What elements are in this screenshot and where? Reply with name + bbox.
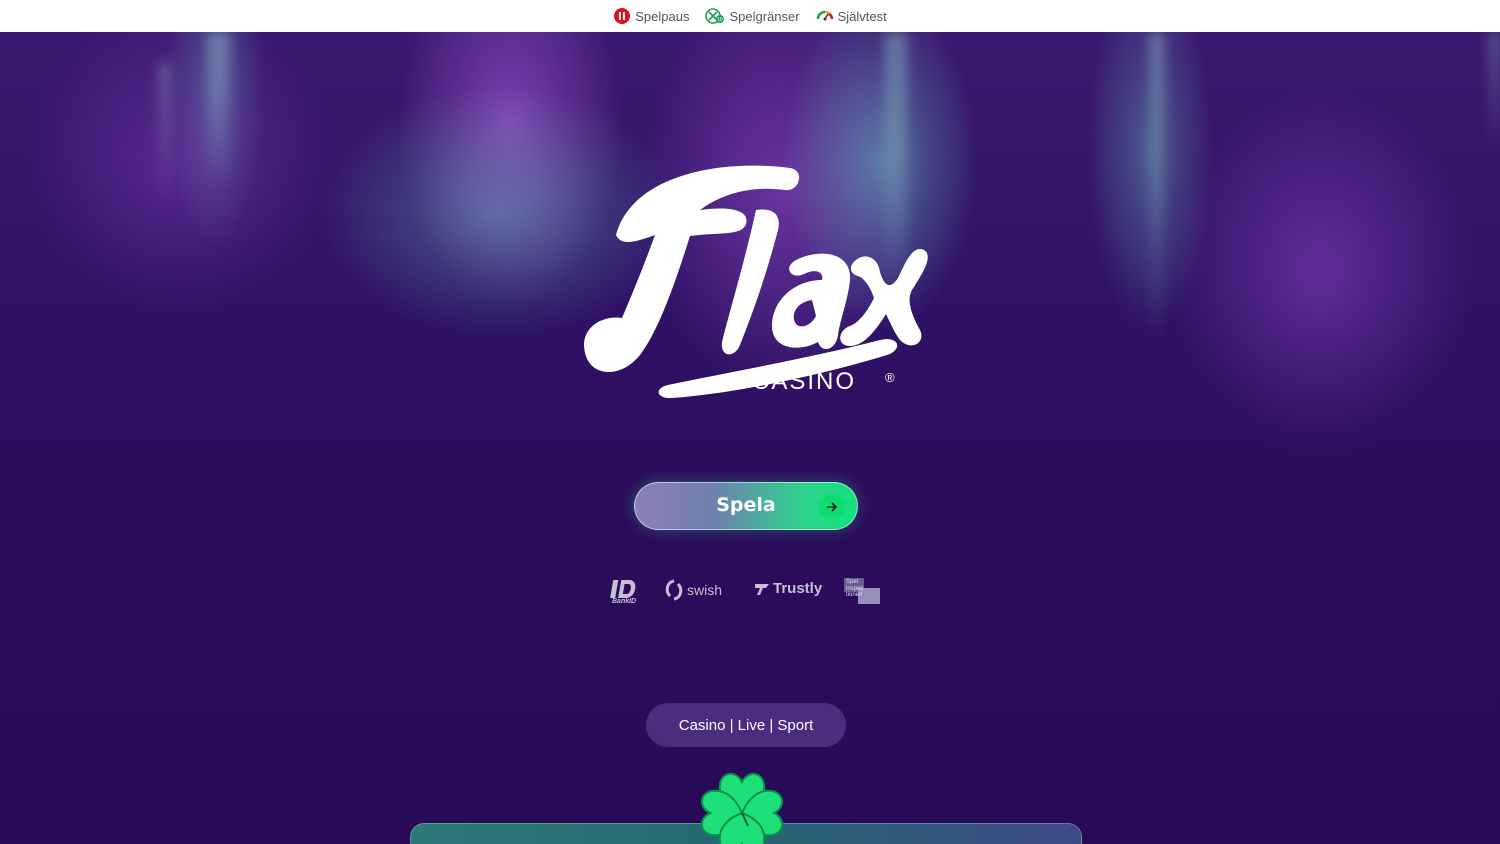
registered-mark: ®: [885, 370, 895, 385]
limits-icon: 18: [705, 8, 725, 24]
clover-icon: [701, 773, 783, 844]
swish-logo: swish: [664, 579, 722, 601]
spelgranser-label: Spelgränser: [729, 8, 800, 24]
svg-text:18: 18: [718, 17, 724, 23]
spelpaus-label: Spelpaus: [635, 8, 690, 24]
bankid-caption: BankID: [612, 598, 637, 605]
payment-logos: BankID swish Trustly Spel inspek tionen: [608, 574, 888, 610]
categories-button[interactable]: Casino | Live | Sport: [646, 703, 846, 747]
categories-label: Casino | Live | Sport: [678, 716, 814, 734]
spelgranser-link[interactable]: 18 Spelgränser: [705, 7, 800, 25]
responsible-gaming-bar: Spelpaus 18 Spelgränser Självtest: [0, 0, 1500, 32]
spelinspektionen-line: tionen: [846, 592, 863, 598]
play-button[interactable]: Spela: [634, 482, 858, 530]
gauge-icon: [816, 10, 833, 21]
aurora-streak: [208, 32, 230, 192]
flax-casino-logo[interactable]: CASINO ®: [560, 140, 940, 410]
sjalvtest-label: Självtest: [837, 8, 887, 24]
bankid-icon: BankID: [610, 576, 644, 612]
flax-logo-graphic: [584, 165, 928, 399]
swish-label: swish: [687, 582, 723, 598]
trustly-label: Trustly: [773, 580, 823, 597]
sjalvtest-link[interactable]: Självtest: [816, 7, 887, 25]
trustly-icon: [755, 583, 769, 595]
aurora-streak: [1490, 32, 1500, 152]
arrow-right-icon: [819, 494, 845, 520]
spelinspektionen-icon: Spel inspek tionen: [844, 578, 882, 604]
pause-icon: [614, 8, 631, 24]
spelpaus-link[interactable]: Spelpaus: [613, 7, 689, 25]
trustly-logo: Trustly: [754, 580, 822, 597]
aurora-streak: [160, 62, 170, 202]
aurora-streak: [1150, 32, 1164, 352]
swish-icon: [665, 579, 683, 601]
logo-casino-text: CASINO: [752, 368, 857, 395]
